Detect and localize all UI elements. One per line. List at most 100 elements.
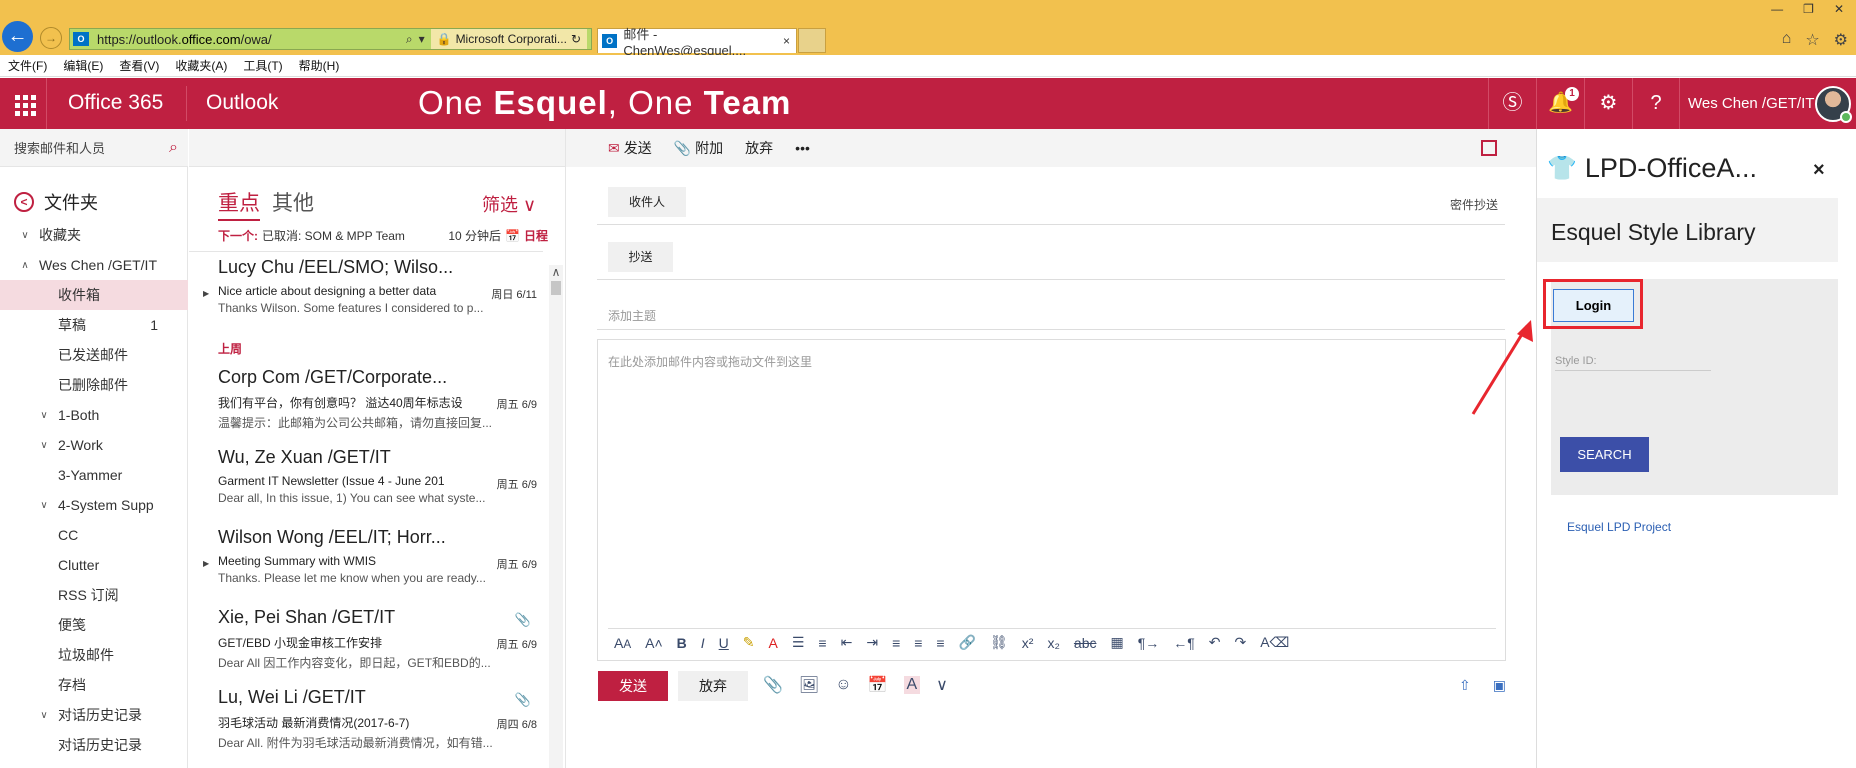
folder-item[interactable]: ∨ 2-Work bbox=[0, 430, 188, 460]
style-id-input[interactable]: Style ID: bbox=[1555, 355, 1711, 371]
folder-item[interactable]: 已删除邮件 bbox=[0, 370, 188, 400]
tools-gear-icon[interactable]: ⚙ bbox=[1834, 30, 1848, 50]
paperclip-icon[interactable]: 📎 bbox=[763, 675, 783, 695]
subscript-icon[interactable]: x₂ bbox=[1047, 635, 1059, 651]
user-name[interactable]: Wes Chen /GET/IT bbox=[1688, 95, 1814, 112]
bcc-link[interactable]: 密件抄送 bbox=[1450, 196, 1498, 213]
list-item[interactable]: Lu, Wei Li /GET/IT 羽毛球活动 最新消费情况(2017-6-7)… bbox=[189, 682, 543, 762]
font-size-icon[interactable]: AA bbox=[614, 635, 631, 651]
chevron-up-icon[interactable]: ∧ bbox=[19, 260, 31, 271]
folder-item[interactable]: CC bbox=[0, 520, 188, 550]
folder-item[interactable]: ∨ 收藏夹 bbox=[0, 220, 188, 250]
forward-arrow-icon[interactable]: → bbox=[40, 27, 62, 49]
send-toolbar-button[interactable]: ✉ 发送 bbox=[608, 138, 652, 158]
help-icon[interactable]: ? bbox=[1632, 78, 1680, 129]
folder-item[interactable]: RSS 订阅 bbox=[0, 580, 188, 610]
align-right-icon[interactable]: ≡ bbox=[936, 635, 944, 651]
chevron-down-icon[interactable]: ∨ bbox=[19, 230, 31, 241]
ltr-icon[interactable]: ¶→ bbox=[1138, 635, 1160, 651]
bold-icon[interactable]: B bbox=[677, 635, 687, 651]
search-icon[interactable]: ⌕ bbox=[169, 139, 178, 157]
favorites-star-icon[interactable]: ☆ bbox=[1805, 30, 1819, 50]
folders-header[interactable]: < 文件夹 bbox=[14, 189, 98, 215]
chevron-down-icon[interactable]: ∨ bbox=[38, 440, 50, 451]
discard-toolbar-button[interactable]: 放弃 bbox=[745, 138, 773, 158]
search-input[interactable]: 搜索邮件和人员 bbox=[14, 138, 105, 157]
minimize-icon[interactable]: — bbox=[1771, 2, 1783, 16]
calendar-icon[interactable]: 📅 bbox=[868, 675, 888, 695]
numbering-icon[interactable]: ≡ bbox=[818, 635, 826, 651]
menu-help[interactable]: 帮助(H) bbox=[299, 57, 340, 74]
browser-tab-outlook[interactable]: O 邮件 - ChenWes@esquel.... × bbox=[597, 27, 797, 58]
expand-thread-icon[interactable]: ▶ bbox=[203, 289, 209, 298]
avatar[interactable] bbox=[1815, 86, 1852, 123]
chevron-down-icon[interactable]: ∨ bbox=[936, 675, 948, 695]
pivot-focused[interactable]: 重点 bbox=[218, 187, 260, 221]
emoji-icon[interactable]: ☺ bbox=[835, 676, 851, 694]
folder-item[interactable]: ∨ 对话历史记录 bbox=[0, 700, 188, 730]
folder-item[interactable]: 存档 bbox=[0, 670, 188, 700]
folder-item[interactable]: 草稿 1 bbox=[0, 310, 188, 340]
close-icon[interactable]: × bbox=[1813, 159, 1825, 182]
home-icon[interactable]: ⌂ bbox=[1782, 30, 1792, 50]
chevron-down-icon[interactable]: ∨ bbox=[38, 500, 50, 511]
scroll-up-icon[interactable]: ∧ bbox=[549, 265, 563, 281]
menu-file[interactable]: 文件(F) bbox=[8, 57, 47, 74]
notifications-bell-icon[interactable]: 🔔 1 bbox=[1536, 78, 1584, 129]
folder-item[interactable]: 已发送邮件 bbox=[0, 340, 188, 370]
superscript-icon[interactable]: x² bbox=[1022, 635, 1034, 651]
italic-icon[interactable]: I bbox=[701, 635, 705, 651]
insert-picture-icon[interactable]: 🖼 bbox=[799, 675, 819, 695]
menu-view[interactable]: 查看(V) bbox=[119, 57, 159, 74]
search-box[interactable]: 搜索邮件和人员 ⌕ bbox=[0, 129, 188, 167]
subject-input[interactable]: 添加主题 bbox=[608, 307, 656, 324]
rtl-icon[interactable]: ←¶ bbox=[1173, 635, 1195, 651]
send-button[interactable]: 发送 bbox=[598, 671, 668, 701]
folder-item[interactable]: ∨ 4-System Supp bbox=[0, 490, 188, 520]
skype-icon[interactable]: Ⓢ bbox=[1488, 78, 1536, 129]
new-tab-button[interactable] bbox=[798, 28, 826, 53]
folder-item[interactable]: 对话历史记录 bbox=[0, 730, 188, 760]
grow-font-icon[interactable]: A˄ bbox=[645, 635, 663, 651]
certificate-badge[interactable]: 🔒 Microsoft Corporati... ↻ bbox=[430, 29, 587, 49]
menu-tools[interactable]: 工具(T) bbox=[243, 57, 282, 74]
folder-item[interactable]: ∧ Wes Chen /GET/IT bbox=[0, 250, 188, 280]
expand-thread-icon[interactable]: ▶ bbox=[203, 559, 209, 568]
search-button[interactable]: SEARCH bbox=[1560, 437, 1649, 472]
search-icon[interactable]: ⌕ bbox=[406, 32, 413, 47]
dropdown-arrow-icon[interactable]: ▾ bbox=[419, 32, 425, 46]
importance-icon[interactable]: ⇧ bbox=[1459, 677, 1471, 694]
underline-icon[interactable]: U bbox=[719, 635, 729, 651]
chevron-down-icon[interactable]: ∨ bbox=[38, 710, 50, 721]
clear-format-icon[interactable]: A⌫ bbox=[1260, 634, 1289, 651]
app-launcher-icon[interactable] bbox=[0, 78, 47, 129]
folder-item[interactable]: 垃圾邮件 bbox=[0, 640, 188, 670]
back-arrow-icon[interactable]: ← bbox=[2, 21, 33, 52]
folder-item[interactable]: 便笺 bbox=[0, 610, 188, 640]
list-item[interactable]: Wu, Ze Xuan /GET/IT Garment IT Newsletter… bbox=[189, 442, 543, 522]
folder-item[interactable]: 3-Yammer bbox=[0, 460, 188, 490]
refresh-icon[interactable]: ↻ bbox=[571, 32, 581, 46]
list-item[interactable]: Wilson Wong /EEL/IT; Horr... Meeting Summ… bbox=[189, 522, 543, 602]
project-link[interactable]: Esquel LPD Project bbox=[1567, 520, 1671, 534]
message-body-editor[interactable]: 在此处添加邮件内容或拖动文件到这里 AA A˄ B I U ✎ A ☰ ≡ ⇤ … bbox=[597, 339, 1506, 661]
menu-edit[interactable]: 编辑(E) bbox=[63, 57, 103, 74]
list-item[interactable]: Xie, Pei Shan /GET/IT GET/EBD 小现金审核工作安排 De… bbox=[189, 602, 543, 682]
align-center-icon[interactable]: ≡ bbox=[914, 635, 922, 651]
menu-favorites[interactable]: 收藏夹(A) bbox=[175, 57, 227, 74]
tab-close-icon[interactable]: × bbox=[783, 34, 796, 48]
restore-icon[interactable]: ❐ bbox=[1803, 2, 1814, 16]
cc-button[interactable]: 抄送 bbox=[608, 242, 673, 272]
bullets-icon[interactable]: ☰ bbox=[792, 634, 805, 651]
popout-icon[interactable] bbox=[1481, 140, 1497, 156]
format-text-icon[interactable]: A bbox=[903, 676, 921, 694]
next-event-bar[interactable]: 下一个: 已取消: SOM & MPP Team 10 分钟后 📅 日程 bbox=[218, 227, 548, 244]
address-bar[interactable]: O https://outlook.office.com/owa/ ⌕ ▾ 🔒 … bbox=[69, 28, 592, 50]
remove-link-icon[interactable]: ⛓ bbox=[990, 634, 1008, 651]
decrease-indent-icon[interactable]: ⇤ bbox=[841, 634, 853, 651]
list-item[interactable]: Lucy Chu /EEL/SMO; Wilso... Nice article … bbox=[189, 252, 543, 332]
addin-doc-icon[interactable]: ▣ bbox=[1493, 677, 1506, 694]
scrollbar-thumb[interactable] bbox=[551, 281, 561, 295]
list-item[interactable]: Corp Com /GET/Corporate... 我们有平台，你有创意吗？ 溢… bbox=[189, 362, 543, 442]
collapse-pane-icon[interactable]: < bbox=[14, 192, 34, 212]
